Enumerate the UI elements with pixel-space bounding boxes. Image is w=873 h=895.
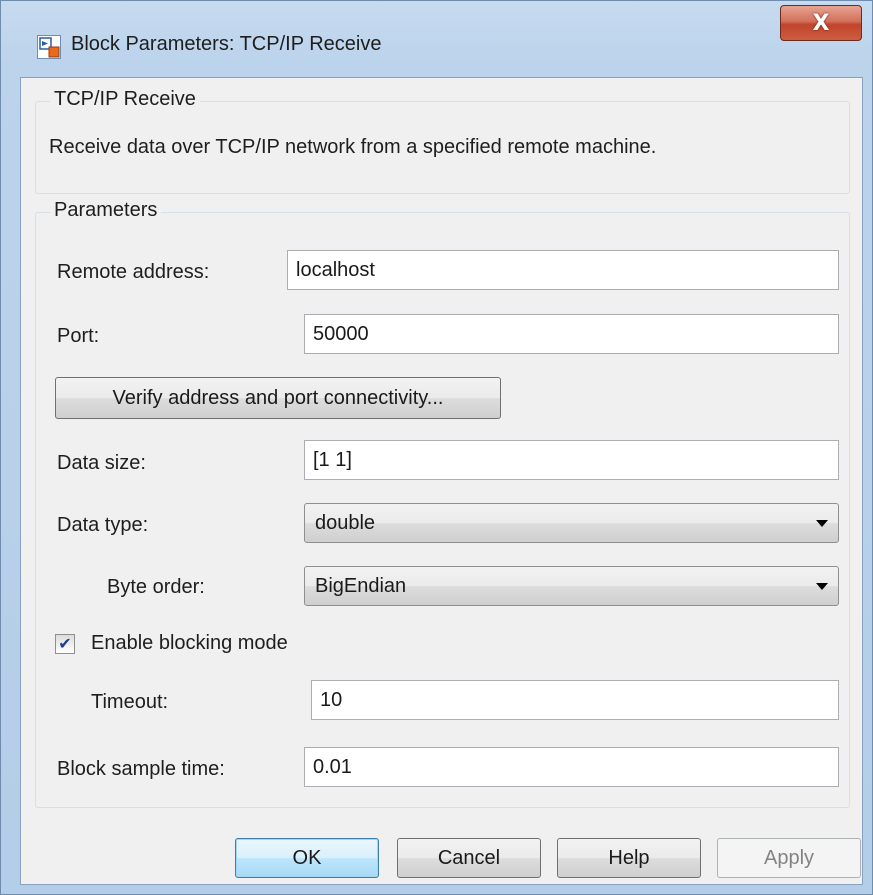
byte-order-selected: BigEndian [315, 574, 407, 597]
verify-connectivity-button[interactable]: Verify address and port connectivity... [55, 377, 501, 419]
block-group-title: TCP/IP Receive [50, 88, 200, 111]
close-icon: X [812, 10, 830, 36]
checkmark-icon: ✔ [58, 634, 72, 653]
data-size-input[interactable] [304, 440, 839, 480]
sample-time-label: Block sample time: [57, 758, 225, 780]
parameters-group-title: Parameters [50, 199, 162, 222]
simulink-block-icon [37, 35, 61, 59]
dialog-window: Block Parameters: TCP/IP Receive X TCP/I… [0, 0, 873, 895]
chevron-down-icon [816, 520, 828, 527]
remote-address-label: Remote address: [57, 261, 210, 283]
timeout-input[interactable] [311, 680, 839, 720]
window-title: Block Parameters: TCP/IP Receive [71, 33, 382, 55]
apply-button[interactable]: Apply [717, 838, 861, 878]
sample-time-input[interactable] [304, 747, 839, 787]
port-label: Port: [57, 325, 100, 347]
block-description: Receive data over TCP/IP network from a … [49, 136, 657, 158]
port-input[interactable] [304, 314, 839, 354]
dialog-body: TCP/IP Receive Receive data over TCP/IP … [20, 77, 863, 885]
remote-address-input[interactable] [287, 250, 839, 290]
byte-order-label: Byte order: [107, 576, 205, 598]
help-button[interactable]: Help [557, 838, 701, 878]
timeout-label: Timeout: [91, 691, 169, 713]
data-type-dropdown[interactable]: double [304, 503, 839, 543]
blocking-mode-checkbox[interactable]: ✔ [55, 634, 75, 654]
ok-button[interactable]: OK [235, 838, 379, 878]
chevron-down-icon [816, 583, 828, 590]
data-size-label: Data size: [57, 452, 146, 474]
close-button[interactable]: X [780, 5, 862, 41]
byte-order-dropdown[interactable]: BigEndian [304, 566, 839, 606]
block-description-group: TCP/IP Receive Receive data over TCP/IP … [35, 88, 850, 194]
data-type-selected: double [315, 511, 376, 534]
data-type-label: Data type: [57, 514, 149, 536]
cancel-button[interactable]: Cancel [397, 838, 541, 878]
blocking-mode-label[interactable]: Enable blocking mode [91, 632, 288, 655]
title-bar[interactable]: Block Parameters: TCP/IP Receive X [1, 1, 872, 87]
